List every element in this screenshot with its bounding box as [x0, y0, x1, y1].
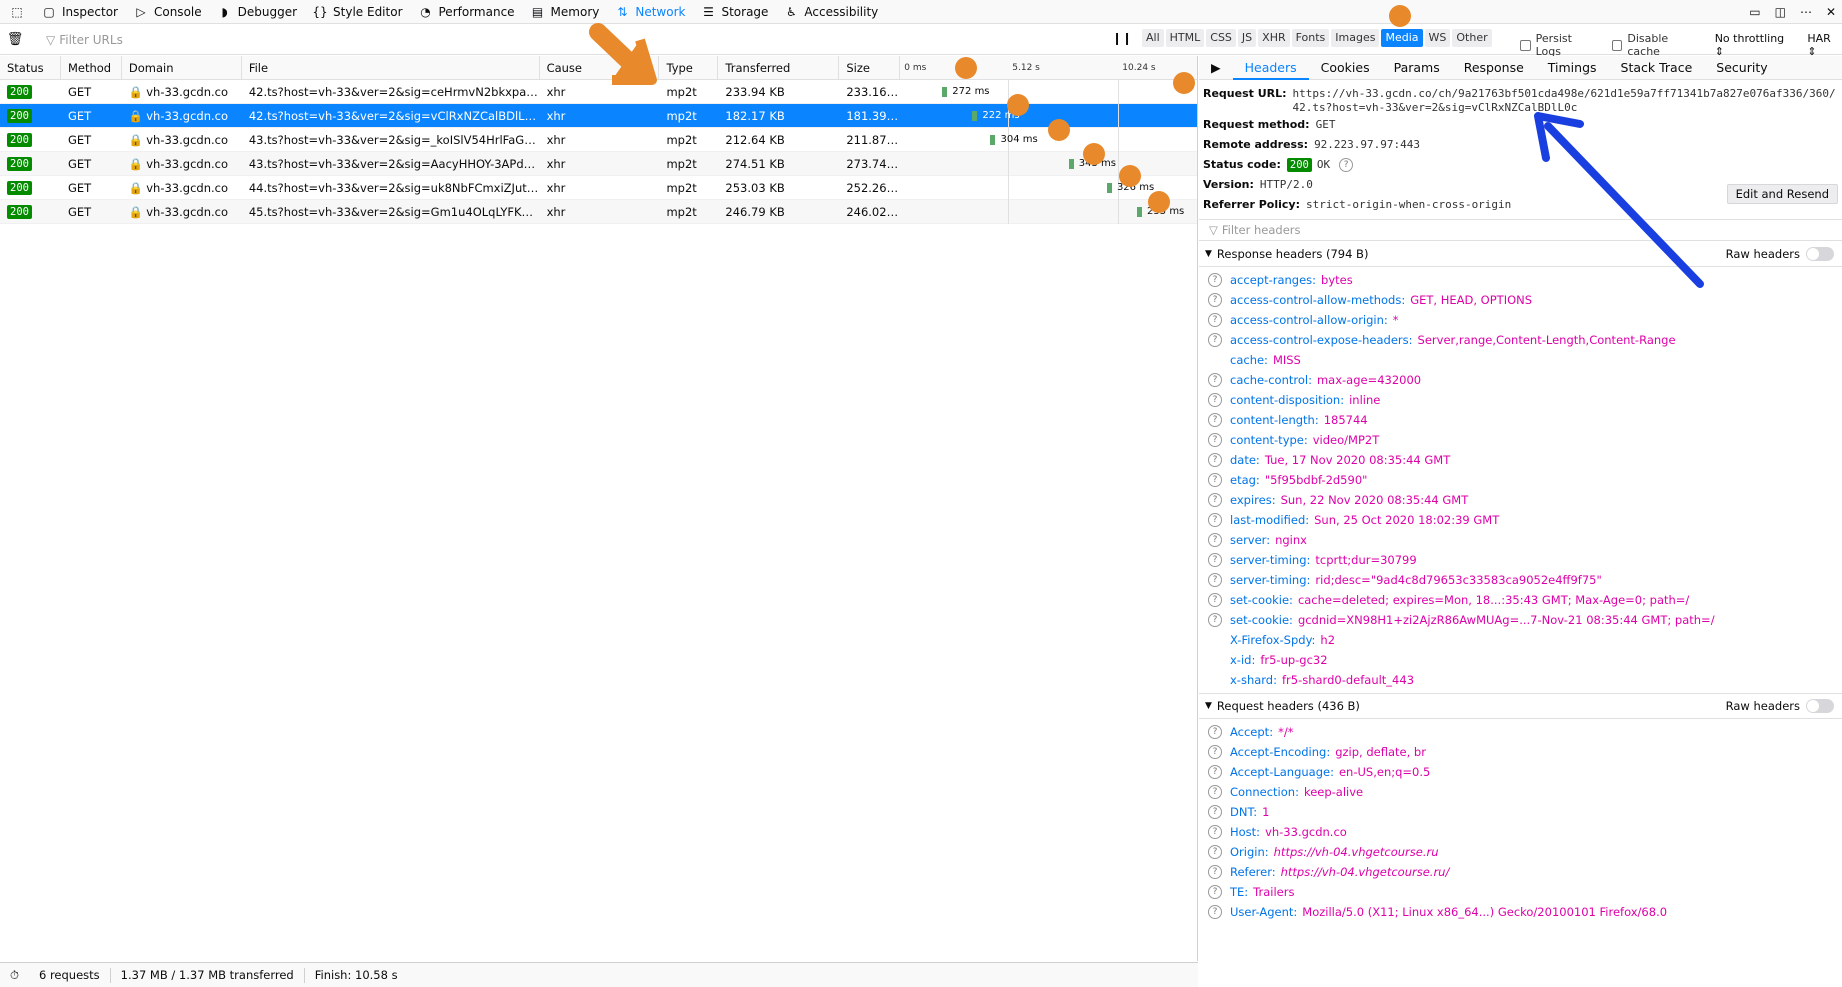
annotation-dot [1119, 165, 1141, 187]
blue-arrow-shaft [1544, 122, 1704, 288]
annotation-dot [955, 57, 977, 79]
annotation-dot [1148, 191, 1170, 213]
annotation-overlay [589, 5, 1704, 288]
annotation-dot [1389, 5, 1411, 27]
annotation-dot [1173, 72, 1195, 94]
annotation-dot [1048, 119, 1070, 141]
annotation-dot [1007, 94, 1029, 116]
annotation-dot [1083, 143, 1105, 165]
